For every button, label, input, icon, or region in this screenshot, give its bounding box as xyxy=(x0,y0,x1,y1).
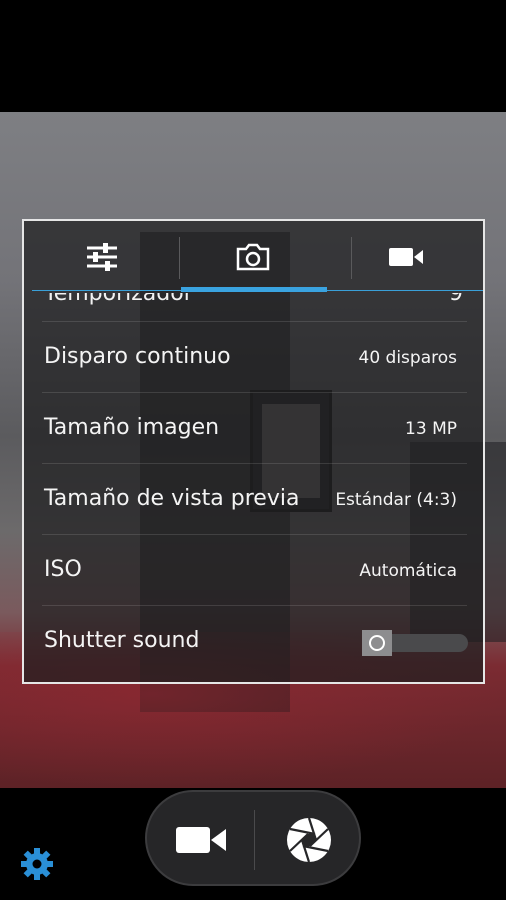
setting-value: Estándar (4:3) xyxy=(335,490,457,510)
setting-label: ISO xyxy=(44,557,82,582)
camera-icon xyxy=(236,243,270,271)
setting-value: Automática xyxy=(359,561,457,581)
shutter-button[interactable] xyxy=(271,806,347,874)
setting-row-preview-size[interactable]: Tamaño de vista previa Estándar (4:3) xyxy=(42,463,467,534)
setting-row-shutter-sound[interactable]: Shutter sound xyxy=(42,605,470,676)
setting-label: Disparo continuo xyxy=(44,344,231,369)
sliders-icon xyxy=(86,243,117,271)
timer-label: Temporizador xyxy=(44,293,193,306)
capture-controls-pill xyxy=(145,790,361,886)
setting-row-iso[interactable]: ISO Automática xyxy=(42,534,467,605)
record-video-button[interactable] xyxy=(165,812,237,868)
setting-label: Tamaño imagen xyxy=(44,415,220,440)
timer-value: 9 xyxy=(449,293,463,306)
tab-active-indicator xyxy=(181,287,327,292)
tab-general-settings[interactable] xyxy=(24,221,179,293)
aperture-shutter-icon xyxy=(287,817,331,863)
camera-settings-panel: Temporizador 9 Disparo continuo 40 dispa… xyxy=(22,219,485,684)
tab-video-settings[interactable] xyxy=(327,221,483,293)
gear-icon xyxy=(21,848,53,880)
pill-separator xyxy=(254,810,255,870)
shutter-sound-toggle[interactable] xyxy=(362,630,470,656)
tab-photo-settings[interactable] xyxy=(179,221,327,293)
camera-settings-button[interactable] xyxy=(19,846,55,882)
setting-row-burst[interactable]: Disparo continuo 40 disparos xyxy=(42,321,467,392)
settings-tabs xyxy=(24,221,483,293)
setting-label: Tamaño de vista previa xyxy=(44,486,300,511)
video-camera-icon xyxy=(176,827,226,853)
setting-value: 40 disparos xyxy=(358,348,458,368)
toggle-thumb[interactable] xyxy=(362,630,392,656)
setting-label: Shutter sound xyxy=(44,628,200,653)
setting-row-image-size[interactable]: Tamaño imagen 13 MP xyxy=(42,392,467,463)
video-camera-icon xyxy=(389,248,423,266)
top-black-bar xyxy=(0,0,506,112)
timer-row-partial[interactable]: Temporizador 9 xyxy=(42,293,467,307)
setting-value: 13 MP xyxy=(405,419,457,439)
